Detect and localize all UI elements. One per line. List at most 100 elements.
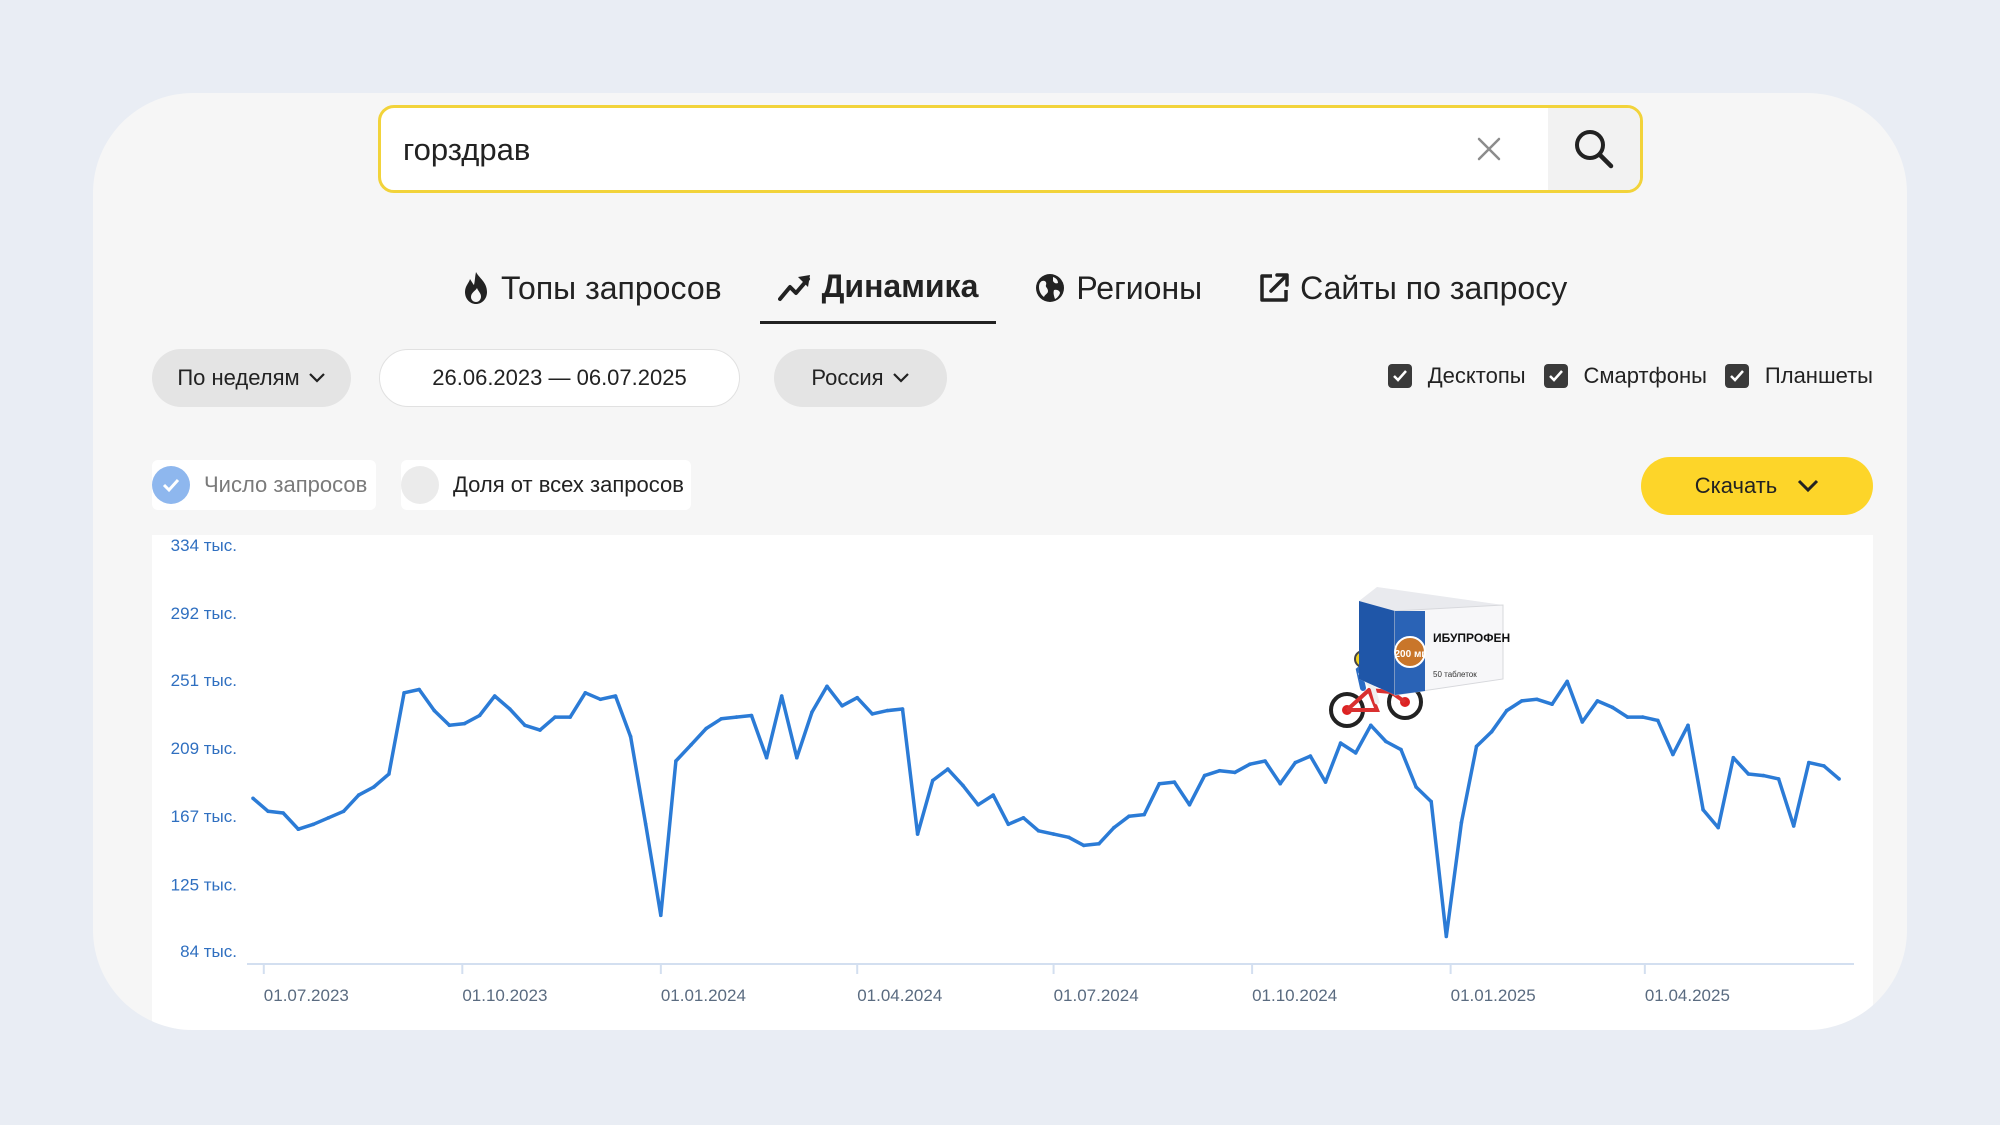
data-point — [719, 717, 724, 721]
tab-sites[interactable]: Сайты по запросу — [1240, 264, 1585, 322]
search-icon — [1575, 130, 1614, 169]
data-point — [387, 772, 391, 776]
data-point — [1580, 720, 1585, 724]
data-point — [764, 755, 769, 760]
tab-top-queries[interactable]: Топы запросов — [443, 264, 740, 322]
data-point — [1082, 843, 1086, 848]
data-point — [643, 822, 648, 827]
search-input[interactable] — [401, 108, 1455, 192]
data-point — [1112, 825, 1116, 830]
data-point — [1384, 739, 1388, 744]
medicine-count: 50 таблеток — [1433, 670, 1477, 679]
data-point — [1308, 754, 1313, 758]
device-smartphone-checkbox[interactable]: Смартфоны — [1543, 363, 1707, 389]
date-range-value: 26.06.2023 — 06.07.2025 — [432, 365, 687, 390]
data-point — [1157, 781, 1162, 786]
data-point — [583, 691, 588, 695]
series-line — [251, 679, 1841, 939]
data-point — [372, 785, 376, 789]
data-point — [447, 723, 452, 728]
y-tick-label: 84 тыс. — [180, 942, 237, 961]
data-point — [417, 687, 422, 692]
data-point — [1791, 824, 1796, 828]
data-point — [341, 809, 346, 814]
data-point — [1489, 730, 1494, 734]
clear-search-button[interactable] — [1466, 126, 1512, 172]
y-tick-label: 167 тыс. — [171, 807, 237, 826]
y-tick-label: 334 тыс. — [171, 536, 237, 555]
data-point — [1459, 820, 1464, 825]
data-point — [1807, 760, 1811, 765]
chevron-down-icon — [892, 373, 909, 383]
data-point — [704, 726, 708, 731]
data-point — [1338, 741, 1343, 745]
data-point — [734, 715, 739, 719]
data-point — [1565, 679, 1569, 684]
data-point — [1550, 702, 1554, 706]
data-point — [1656, 718, 1660, 723]
device-tablet-checkbox[interactable]: Планшеты — [1724, 363, 1873, 389]
data-point — [1776, 777, 1781, 781]
data-point — [281, 811, 285, 815]
date-range-field[interactable]: 26.06.2023 — 06.07.2025 — [379, 349, 740, 407]
medicine-dose: 200 мг — [1394, 649, 1425, 660]
region-dropdown[interactable]: Россия — [774, 349, 947, 407]
download-label: Скачать — [1694, 473, 1778, 498]
data-point — [900, 707, 905, 711]
metric-label: Число запросов — [204, 472, 368, 497]
data-point — [1142, 812, 1146, 817]
data-point — [1671, 752, 1675, 757]
x-tick-label: 01.01.2024 — [661, 986, 746, 1005]
data-point — [1263, 759, 1267, 763]
data-point — [1233, 770, 1237, 775]
chart-area: 334 тыс. 292 тыс. 251 тыс. 209 тыс. 167 тыс.… — [152, 535, 1873, 1030]
tab-dynamics[interactable]: Динамика — [759, 263, 997, 324]
device-label: Планшеты — [1764, 363, 1873, 388]
data-point — [251, 796, 255, 801]
data-point — [1444, 934, 1449, 939]
trend-up-icon — [777, 274, 810, 301]
x-tick-label: 01.10.2023 — [462, 986, 547, 1005]
period-dropdown[interactable]: По неделям — [152, 349, 351, 407]
tab-regions[interactable]: Регионы — [1016, 264, 1220, 322]
data-point — [326, 816, 331, 820]
data-point — [1414, 785, 1418, 789]
data-point — [1429, 799, 1433, 804]
device-label: Смартфоны — [1583, 363, 1707, 388]
device-desktop-checkbox[interactable]: Десктопы — [1387, 363, 1526, 389]
device-label: Десктопы — [1427, 363, 1526, 388]
globe-icon — [1036, 274, 1065, 302]
download-button[interactable]: Скачать — [1641, 457, 1873, 515]
data-point — [1097, 842, 1101, 846]
main-card: Топы запросов Динамика Регионы Сайты по … — [93, 93, 1907, 1030]
data-point — [779, 694, 784, 698]
y-tick-label: 125 тыс. — [171, 875, 237, 894]
metric-label: Доля от всех запросов — [453, 472, 684, 497]
data-point — [553, 715, 557, 719]
data-point — [1474, 744, 1479, 749]
data-point — [432, 708, 437, 713]
data-point — [1625, 715, 1630, 719]
period-value: По неделям — [177, 365, 300, 390]
data-point — [1369, 723, 1373, 728]
data-point — [598, 697, 603, 702]
medicine-brand: ИБУПРОФЕН — [1433, 631, 1510, 645]
data-point — [1353, 751, 1358, 755]
tab-label: Сайты по запросу — [1300, 269, 1568, 306]
x-tick-label: 01.01.2025 — [1451, 986, 1536, 1005]
data-point — [462, 721, 467, 726]
data-point — [1187, 803, 1192, 807]
metric-share-radio[interactable]: Доля от всех запросов — [401, 460, 691, 510]
x-tick-label: 01.04.2024 — [857, 986, 942, 1005]
data-point — [930, 778, 935, 783]
data-point — [976, 803, 980, 807]
data-point — [749, 713, 754, 718]
data-point — [1535, 697, 1539, 702]
y-tick-label: 251 тыс. — [171, 671, 237, 690]
data-point — [296, 827, 301, 831]
device-filters: Десктопы Смартфоны Планшеты — [1387, 363, 1873, 389]
data-point — [402, 691, 406, 695]
data-point — [659, 913, 663, 918]
metric-count-radio[interactable]: Число запросов — [152, 460, 376, 510]
search-button[interactable] — [1548, 108, 1640, 190]
